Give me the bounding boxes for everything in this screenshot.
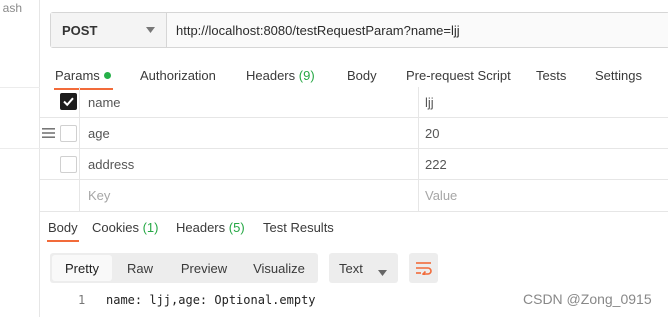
tab-tests[interactable]: Tests (536, 68, 566, 83)
line-number: 1 (78, 293, 86, 307)
view-raw-button[interactable]: Raw (114, 253, 166, 283)
response-body-text[interactable]: name: ljj,age: Optional.empty (106, 293, 316, 307)
param-key-placeholder[interactable]: Key (88, 188, 110, 203)
response-tab-headers-count: (5) (228, 220, 245, 235)
response-tab-cookies[interactable]: Cookies (1) (92, 220, 158, 235)
watermark: CSDN @Zong_0915 (523, 291, 652, 307)
param-value[interactable]: 222 (425, 157, 447, 172)
tab-tests-label: Tests (536, 68, 567, 83)
sidebar-fragment-text: ash (2, 1, 22, 15)
tab-body[interactable]: Body (347, 68, 377, 83)
param-checkbox[interactable] (60, 125, 77, 142)
response-tab-test-results[interactable]: Test Results (263, 220, 334, 235)
response-tabs: Body Cookies (1) Headers (5) Test Result… (40, 218, 668, 242)
tab-pre-request-script[interactable]: Pre-request Script (406, 68, 511, 83)
tab-headers-label: Headers (246, 68, 296, 83)
chevron-down-icon (146, 26, 155, 35)
view-pretty-button[interactable]: Pretty (52, 255, 112, 281)
param-row: age 20 (40, 118, 668, 149)
tab-headers-count: (9) (298, 68, 315, 83)
tab-body-label: Body (347, 68, 377, 83)
tab-settings-label: Settings (595, 68, 642, 83)
url-input[interactable]: http://localhost:8080/testRequestParam?n… (167, 13, 668, 47)
drag-handle-icon[interactable] (42, 128, 55, 138)
tab-params-label: Params (55, 68, 100, 83)
response-tab-cookies-label: Cookies (92, 220, 139, 235)
params-active-dot-icon (103, 72, 111, 79)
format-select-label: Text (339, 260, 363, 276)
method-select[interactable]: POST (51, 13, 167, 47)
format-select[interactable]: Text (329, 253, 398, 283)
tab-settings[interactable]: Settings (595, 68, 642, 83)
wrap-lines-button[interactable] (409, 253, 438, 283)
sidebar: ash (0, 0, 40, 317)
param-key[interactable]: address (88, 157, 134, 172)
response-tab-headers-label: Headers (176, 220, 226, 235)
tab-params[interactable]: Params (54, 68, 113, 90)
tab-authorization[interactable]: Authorization (140, 68, 216, 83)
param-key[interactable]: age (88, 126, 110, 141)
view-visualize-button[interactable]: Visualize (242, 253, 316, 283)
param-value[interactable]: 20 (425, 126, 439, 141)
method-label: POST (62, 22, 98, 38)
param-row-new: Key Value (40, 180, 668, 211)
response-tab-body-label: Body (48, 220, 78, 235)
request-tabs: Params Authorization Headers (9) Body Pr… (40, 64, 668, 90)
tab-pre-request-script-label: Pre-request Script (406, 68, 511, 83)
param-checkbox[interactable] (60, 93, 77, 110)
request-bar: POST http://localhost:8080/testRequestPa… (50, 12, 668, 48)
tab-headers[interactable]: Headers (9) (246, 68, 315, 83)
param-value-placeholder[interactable]: Value (425, 188, 457, 203)
param-row: address 222 (40, 149, 668, 180)
param-value[interactable]: ljj (425, 95, 434, 110)
chevron-down-icon (378, 264, 387, 279)
param-checkbox[interactable] (60, 156, 77, 173)
param-row: name ljj (40, 87, 668, 118)
response-tab-body[interactable]: Body (47, 220, 79, 242)
param-key[interactable]: name (88, 95, 121, 110)
tab-authorization-label: Authorization (140, 68, 216, 83)
checkmark-icon (63, 97, 74, 107)
sidebar-divider (0, 148, 40, 149)
response-tab-cookies-count: (1) (142, 220, 159, 235)
params-table: name ljj age 20 address 222 Key Value (40, 87, 668, 211)
response-tab-test-results-label: Test Results (263, 220, 334, 235)
sidebar-divider (0, 87, 40, 88)
view-mode-group: Pretty Raw Preview Visualize (50, 253, 318, 283)
view-preview-button[interactable]: Preview (168, 253, 240, 283)
wrap-lines-icon (416, 262, 432, 275)
response-divider (40, 211, 668, 212)
response-tab-headers[interactable]: Headers (5) (176, 220, 245, 235)
